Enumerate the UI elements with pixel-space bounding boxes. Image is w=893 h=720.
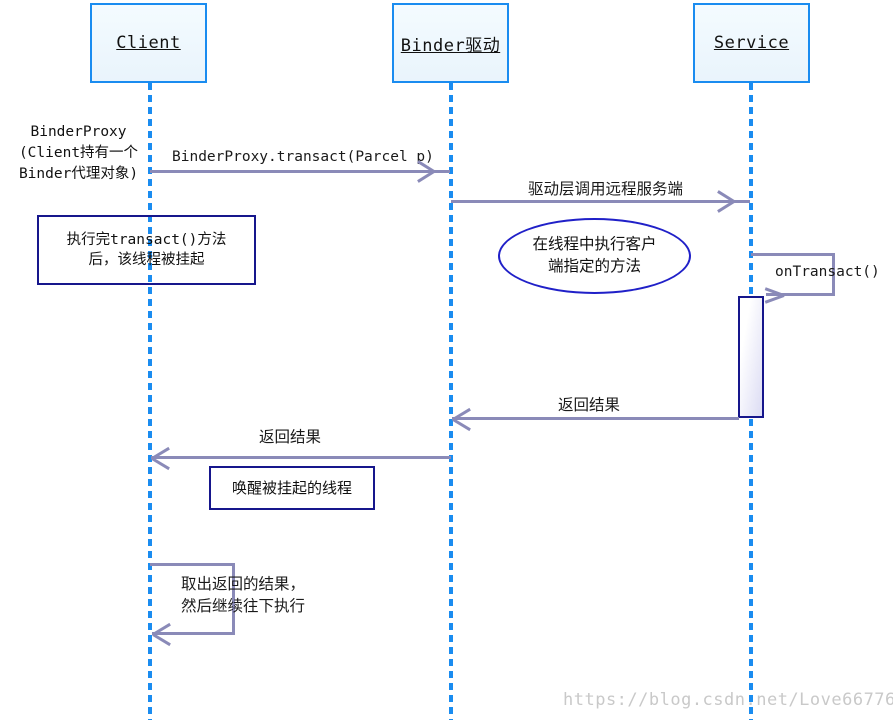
note-thread-suspended: 执行完transact()方法 后，该线程被挂起	[37, 215, 256, 285]
message-arrowhead-return1-lower	[452, 418, 471, 432]
note-execute-in-thread-line1: 在线程中执行客户	[532, 235, 657, 254]
participant-client[interactable]: Client	[90, 3, 207, 83]
message-line-return-result-2	[151, 456, 451, 459]
message-label-take-result: 取出返回的结果， 然后继续往下执行	[181, 573, 305, 618]
participant-service[interactable]: Service	[693, 3, 810, 83]
message-label-ontransact: onTransact()	[775, 264, 880, 280]
message-label-return-result-2: 返回结果	[259, 428, 322, 446]
selfcall-take-result-bottom	[152, 632, 235, 635]
participant-binder[interactable]: Binder驱动	[392, 3, 509, 83]
note-thread-suspended-line2: 后，该线程被挂起	[88, 252, 205, 268]
message-label-transact: BinderProxy.transact(Parcel p)	[172, 149, 434, 165]
selfcall-take-result-arrowhead-lower	[152, 633, 171, 647]
message-arrowhead-return2-lower	[151, 457, 170, 471]
participant-client-label: Client	[116, 33, 181, 53]
message-line-return-result-1	[452, 417, 739, 420]
selfcall-take-result-top	[150, 563, 235, 566]
message-line-driver-call-remote	[451, 200, 750, 203]
message-label-take-result-line2: 然后继续往下执行	[181, 597, 306, 616]
message-label-return-result-1: 返回结果	[558, 396, 621, 414]
annotation-binderproxy-line1: BinderProxy	[30, 124, 127, 140]
sequence-diagram-canvas: Client Binder驱动 Service BinderProxy (Cli…	[0, 0, 893, 720]
annotation-binderproxy-line2: (Client持有一个	[18, 145, 139, 162]
participant-service-label: Service	[713, 33, 790, 53]
message-label-driver-call-remote: 驱动层调用远程服务端	[528, 180, 684, 198]
note-execute-in-thread: 在线程中执行客户 端指定的方法	[498, 218, 691, 294]
lifeline-binder	[449, 83, 453, 720]
participant-binder-label: Binder驱动	[400, 35, 501, 56]
note-thread-suspended-line1: 执行完transact()方法	[66, 231, 227, 248]
watermark-url: https://blog.csdn.net/Love667767	[563, 690, 893, 710]
message-line-transact	[150, 170, 450, 173]
note-execute-in-thread-line2: 端指定的方法	[547, 257, 641, 275]
annotation-binderproxy: BinderProxy (Client持有一个 Binder代理对象)	[6, 122, 151, 185]
message-label-take-result-line1: 取出返回的结果，	[181, 575, 306, 593]
note-wake-thread: 唤醒被挂起的线程	[209, 466, 375, 510]
selfcall-ontransact-top	[751, 253, 835, 256]
annotation-binderproxy-line3: Binder代理对象)	[18, 166, 139, 183]
note-wake-thread-line1: 唤醒被挂起的线程	[231, 478, 352, 497]
activation-bar-service	[738, 296, 764, 418]
